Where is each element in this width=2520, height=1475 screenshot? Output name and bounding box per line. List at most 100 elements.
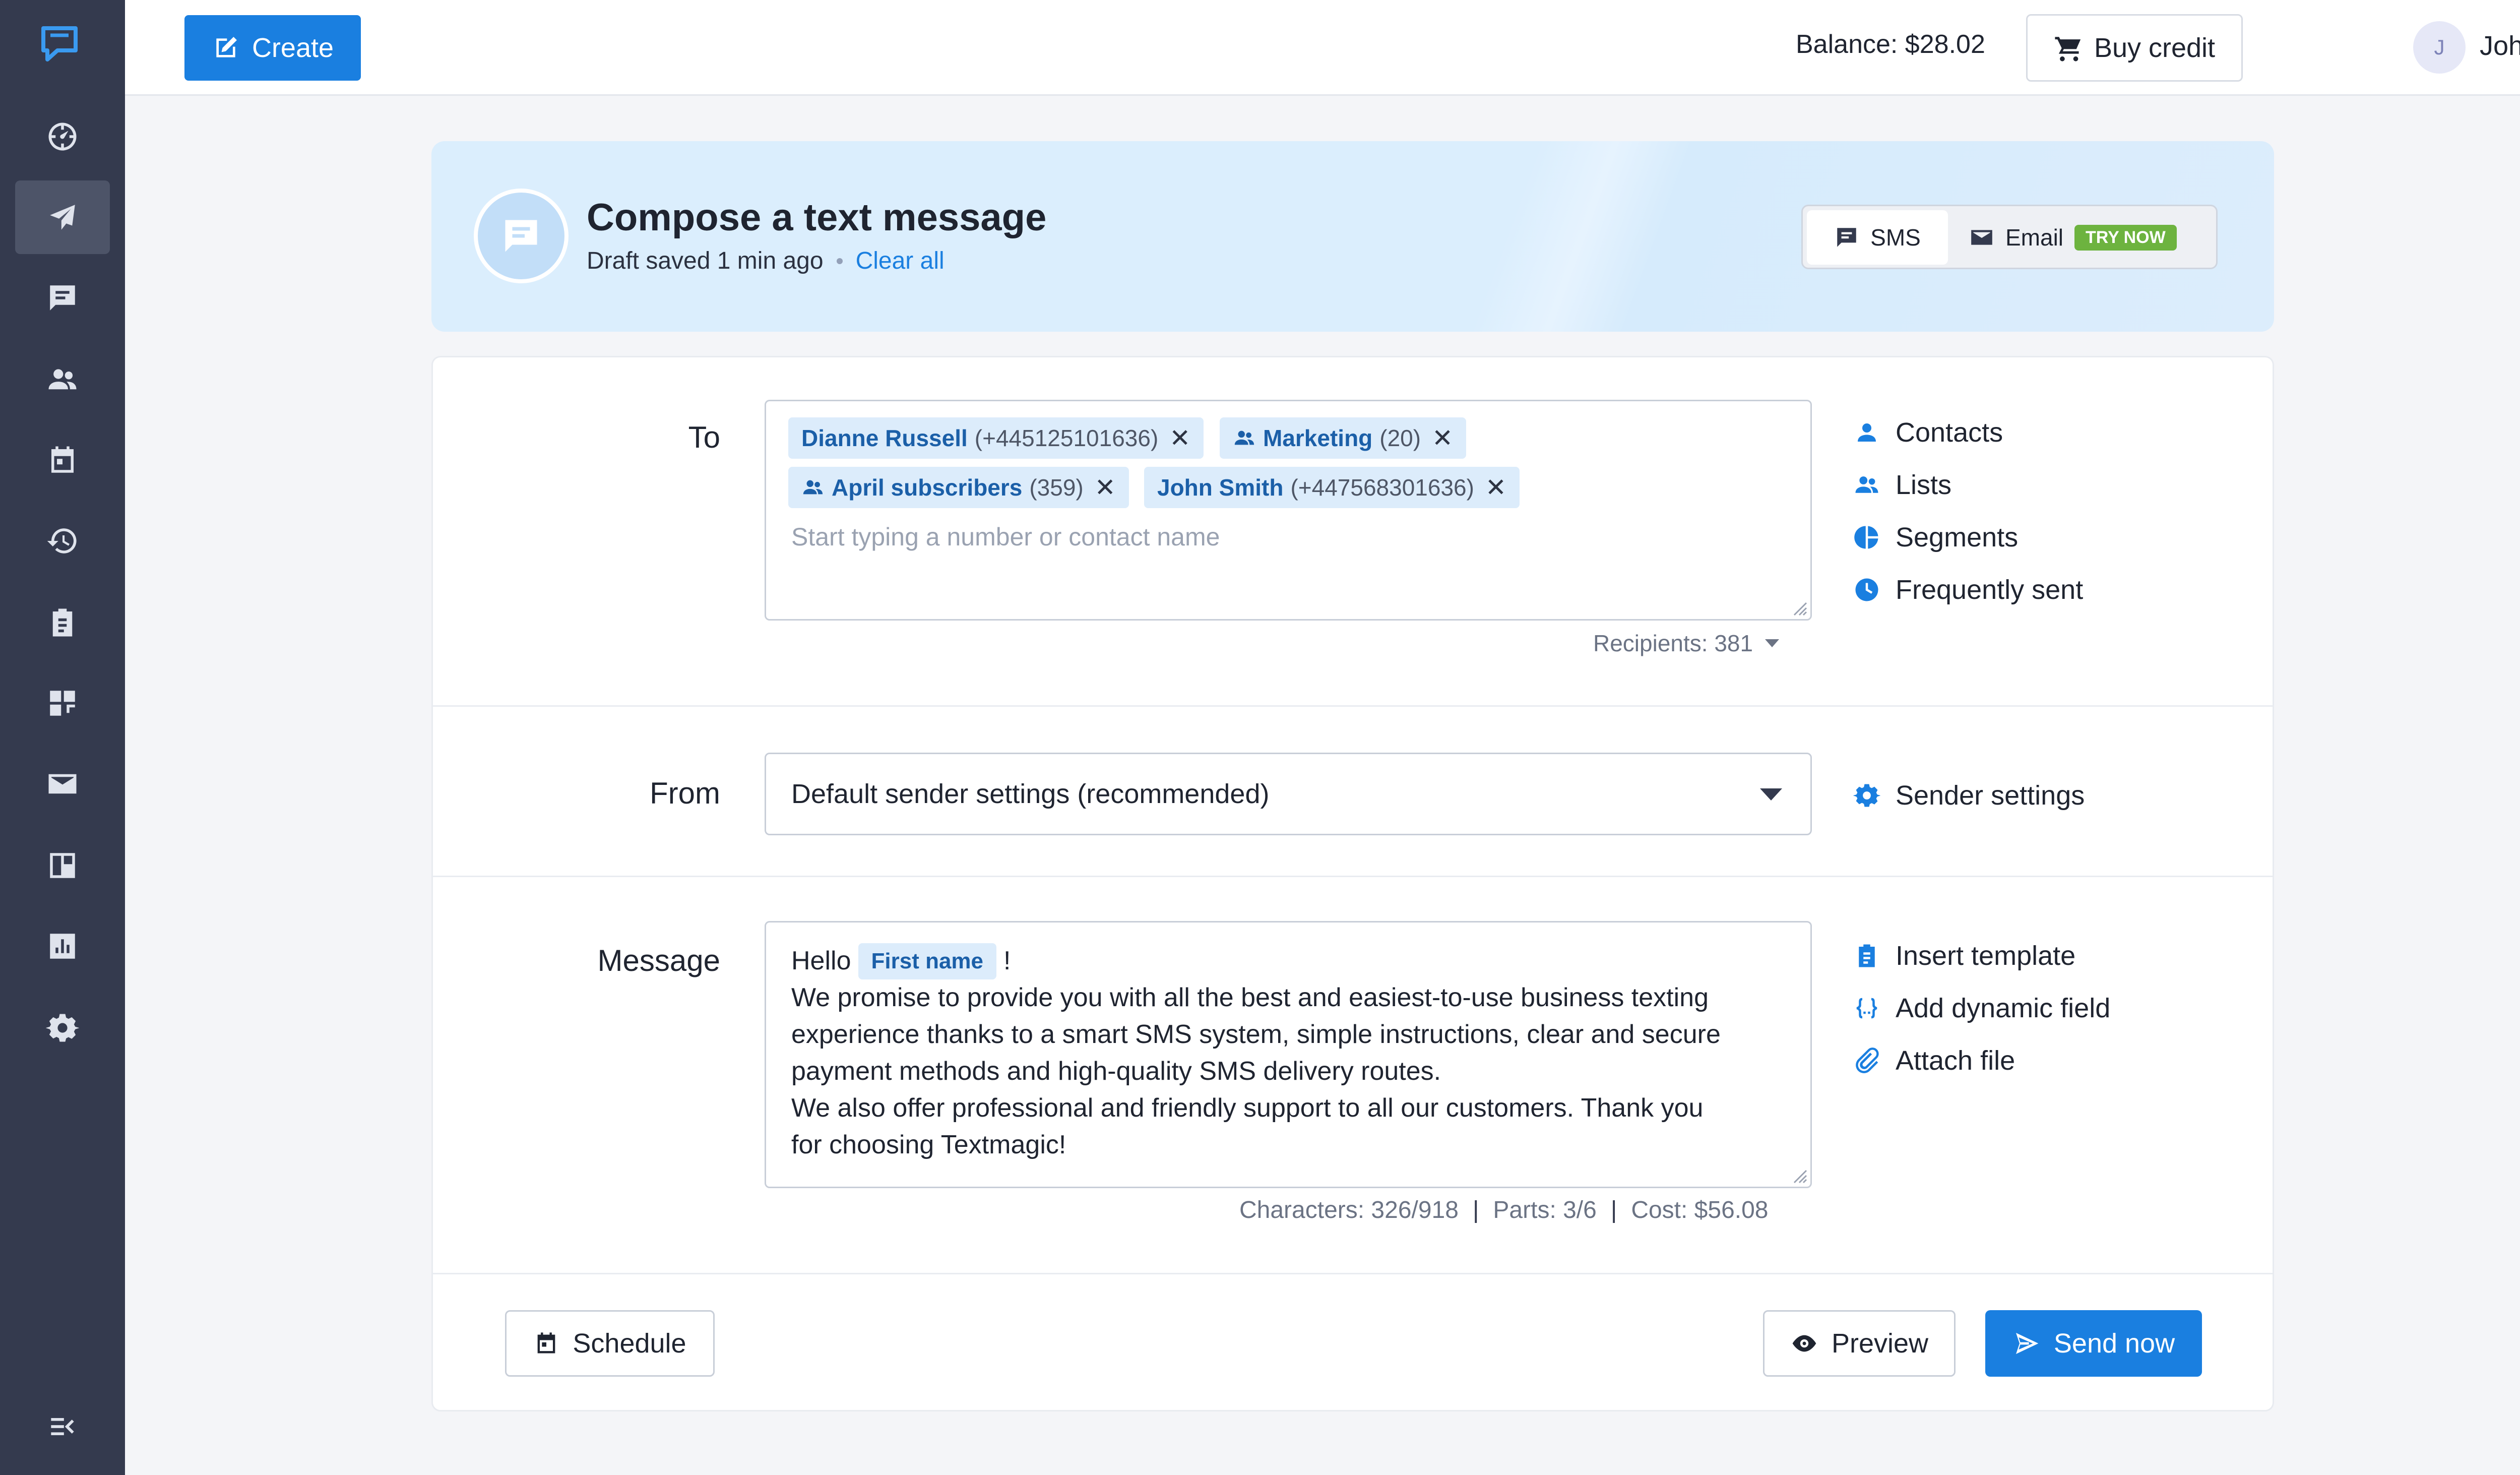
message-cost: Cost: $56.08 (1631, 1197, 1769, 1223)
message-label: Message (597, 944, 720, 977)
sidebar-item-templates[interactable] (15, 586, 110, 659)
gear-icon (1853, 784, 1880, 807)
divider (433, 705, 2273, 707)
chip-detail: (359) (1029, 474, 1084, 501)
sender-settings-link[interactable]: Sender settings (1853, 780, 2085, 811)
sidebar-item-email[interactable] (15, 747, 110, 821)
segments-link-label: Segments (1896, 522, 2019, 552)
insert-template-link[interactable]: Insert template (1853, 940, 2075, 971)
sidebar-item-dashboard[interactable] (15, 100, 110, 173)
sidebar-item-reports[interactable] (15, 909, 110, 983)
cart-icon (2055, 37, 2081, 62)
clipboard-icon (1859, 944, 1875, 967)
message-textarea[interactable]: Hello First name ! We promise to provide… (765, 921, 1812, 1188)
lists-link-label: Lists (1896, 470, 1952, 500)
message-body: We promise to provide you with all the b… (791, 983, 1721, 1159)
create-button[interactable]: Create (184, 15, 361, 81)
chip-name: John Smith (1157, 474, 1284, 501)
recipients-count[interactable]: Recipients: 381 (1593, 630, 1780, 657)
chip-name: April subscribers (832, 474, 1023, 501)
group-icon (803, 480, 823, 495)
compose-form: To Dianne Russell (+445125101636) ✕ Mark… (431, 356, 2274, 1411)
sender-select[interactable]: Default sender settings (recommended) (765, 753, 1812, 835)
contacts-link[interactable]: Contacts (1853, 417, 2003, 448)
eye-icon (1792, 1335, 1816, 1352)
to-label: To (688, 420, 720, 454)
sidebar-item-apps[interactable] (15, 666, 110, 740)
balance-text: Balance: $28.02 (1796, 30, 1985, 59)
tab-sms[interactable]: SMS (1807, 210, 1948, 265)
group-icon (1855, 476, 1878, 493)
divider (433, 876, 2273, 877)
calendar-icon (51, 446, 74, 473)
send-now-button[interactable]: Send now (1985, 1310, 2202, 1377)
remove-chip-icon[interactable]: ✕ (1485, 473, 1506, 502)
preview-button[interactable]: Preview (1763, 1310, 1956, 1377)
attach-file-label: Attach file (1896, 1046, 2015, 1076)
sidebar-item-settings[interactable] (15, 991, 110, 1065)
preview-label: Preview (1831, 1328, 1929, 1359)
email-icon (48, 774, 77, 794)
resize-handle-icon[interactable] (1788, 597, 1808, 617)
sms-icon (1837, 228, 1856, 247)
templates-icon (52, 608, 73, 637)
schedule-button[interactable]: Schedule (505, 1310, 715, 1377)
remove-chip-icon[interactable]: ✕ (1432, 423, 1453, 453)
compose-header: Compose a text message Draft saved 1 min… (431, 141, 2274, 332)
try-now-badge: TRY NOW (2074, 224, 2177, 251)
remove-chip-icon[interactable]: ✕ (1169, 423, 1190, 453)
chip-detail: (+445125101636) (974, 425, 1159, 451)
frequently-sent-link[interactable]: Frequently sent (1853, 574, 2083, 605)
dynamic-field-chip[interactable]: First name (858, 943, 997, 979)
recipient-chip[interactable]: April subscribers (359) ✕ (788, 467, 1129, 508)
characters-count: Characters: 326/918 (1239, 1197, 1459, 1223)
buy-credit-label: Buy credit (2094, 33, 2216, 63)
resize-handle-icon[interactable] (1788, 1164, 1808, 1185)
calendar-icon (538, 1332, 555, 1354)
curly-braces-icon (1856, 998, 1877, 1019)
segments-link[interactable]: Segments (1853, 522, 2018, 553)
dashboard-icon (48, 122, 77, 151)
recipient-chip[interactable]: Dianne Russell (+445125101636) ✕ (788, 417, 1204, 459)
lists-link[interactable]: Lists (1853, 469, 1951, 501)
tab-email[interactable]: Email TRY NOW (1969, 210, 2177, 265)
draft-status-row: Draft saved 1 min ago Clear all (587, 247, 944, 275)
sidebar-item-history[interactable] (15, 504, 110, 578)
buy-credit-button[interactable]: Buy credit (2026, 14, 2243, 82)
attach-file-link[interactable]: Attach file (1853, 1045, 2015, 1076)
chip-detail: (+447568301636) (1290, 474, 1474, 501)
contacts-icon (48, 369, 77, 390)
draft-status: Draft saved 1 min ago (587, 248, 824, 274)
chip-detail: (20) (1379, 425, 1421, 451)
clear-all-link[interactable]: Clear all (856, 247, 944, 275)
chevron-down-icon (1765, 639, 1780, 647)
message-bubble-icon (474, 189, 569, 283)
send-icon (2015, 1333, 2039, 1354)
stats-separator: | (1610, 1197, 1617, 1223)
pie-chart-icon (1854, 526, 1878, 549)
settings-icon (46, 1014, 79, 1042)
send-icon (50, 205, 75, 230)
schedule-label: Schedule (573, 1328, 686, 1359)
page-title: Compose a text message (587, 196, 1047, 239)
sidebar-item-forms[interactable] (15, 829, 110, 902)
sidebar-item-chats[interactable] (15, 261, 110, 335)
add-dynamic-field-link[interactable]: Add dynamic field (1853, 993, 2110, 1024)
recipient-chip[interactable]: Marketing (20) ✕ (1220, 417, 1466, 459)
insert-template-label: Insert template (1896, 941, 2076, 971)
sidebar-item-calendar[interactable] (15, 423, 110, 497)
separator-dot (836, 258, 843, 264)
remove-chip-icon[interactable]: ✕ (1095, 473, 1116, 502)
avatar[interactable]: J (2413, 21, 2466, 74)
collapse-sidebar-icon[interactable] (45, 1409, 80, 1444)
user-name[interactable]: John Doe (2480, 30, 2520, 62)
person-icon (1858, 423, 1876, 442)
sidebar (0, 0, 125, 1475)
recipients-input[interactable]: Dianne Russell (+445125101636) ✕ Marketi… (765, 400, 1812, 621)
recipients-count-label: Recipients: 381 (1593, 630, 1753, 656)
recipient-chip[interactable]: John Smith (+447568301636) ✕ (1144, 467, 1520, 508)
textmagic-logo[interactable] (40, 25, 79, 64)
from-label: From (650, 776, 720, 810)
sidebar-item-send[interactable] (15, 180, 110, 254)
sidebar-item-contacts[interactable] (15, 343, 110, 416)
